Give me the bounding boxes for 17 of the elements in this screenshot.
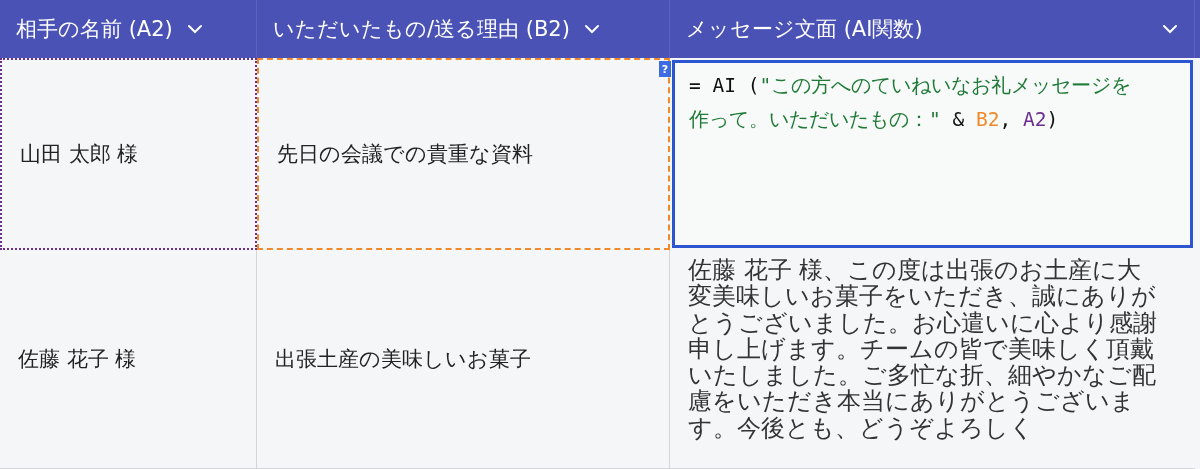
column-header[interactable]: メッセージ文面 (AI関数) [670, 0, 1195, 58]
cell-text: 山田 太郎 様 [20, 141, 139, 168]
formula-editor[interactable]: = AI ("この方へのていねいなお礼メッセージを作って。いただいたもの：" & B2, A2) [672, 60, 1193, 248]
message-text: 佐藤 花子 様、この度は出張のお土産に大変美味しいお菓子をいただき、誠にありがとうございました。お心遣いに心より感謝申し上げます。チームの皆で美味しく頂戴いたしました。ご多忙な折、細やかなご配慮をいただき本当にありがとうございます。今後とも、どうぞよろしく [688, 257, 1158, 442]
header-label: いただいたもの/送る理由 (B2) [273, 16, 570, 43]
column-header[interactable]: 相手の名前 (A2) [0, 0, 257, 58]
chevron-down-icon[interactable] [583, 24, 600, 34]
chevron-down-icon[interactable] [1162, 24, 1178, 34]
chevron-down-icon[interactable] [186, 24, 203, 34]
cell-text: 先日の会議での貴重な資料 [277, 141, 533, 168]
header-label: メッセージ文面 (AI関数) [686, 16, 923, 43]
formula-text: = AI ("この方へのていねいなお礼メッセージを作って。いただいたもの：" & B2, A2) [689, 73, 1133, 133]
header-label: 相手の名前 (A2) [16, 16, 173, 43]
cell-text: 佐藤 花子 様 [18, 346, 137, 373]
help-badge[interactable]: ? [659, 61, 671, 77]
cell-text: 出張土産の美味しいお菓子 [275, 346, 531, 373]
column-header[interactable]: いただいたもの/送る理由 (B2) [257, 0, 670, 58]
